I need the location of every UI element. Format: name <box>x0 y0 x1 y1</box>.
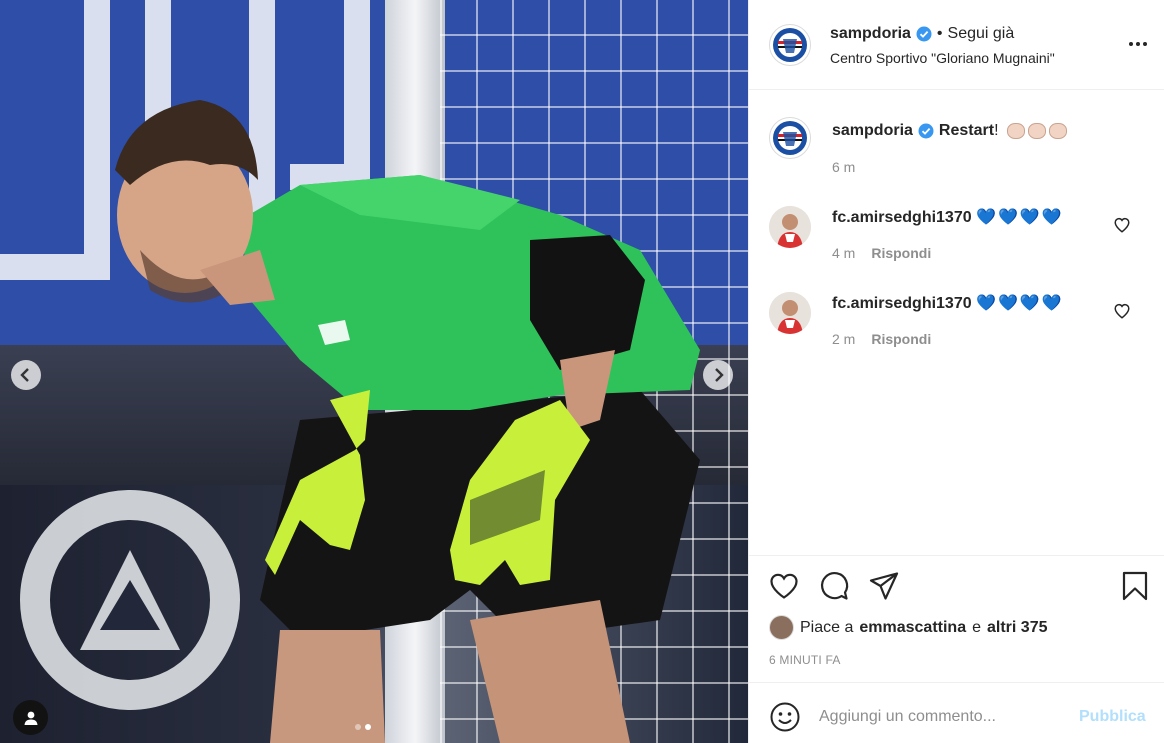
header-username[interactable]: sampdoria <box>830 25 911 43</box>
more-icon <box>1129 42 1133 46</box>
user-tag-icon <box>24 711 37 725</box>
caption-punct: ! <box>994 122 999 139</box>
comment-username[interactable]: fc.amirsedghi1370 <box>832 295 972 312</box>
comment-like-heart-icon[interactable] <box>1113 216 1131 234</box>
add-comment-bar: Pubblica <box>749 682 1164 743</box>
post-side-panel: sampdoria • Segui già Centro Sportivo "G… <box>748 0 1164 743</box>
reply-button[interactable]: Rispondi <box>871 245 931 261</box>
publish-button[interactable]: Pubblica <box>1079 708 1146 726</box>
comment-input[interactable] <box>819 701 1069 733</box>
reply-button[interactable]: Rispondi <box>871 331 931 347</box>
carousel-next-button[interactable] <box>703 360 733 390</box>
smile-icon[interactable] <box>769 701 801 733</box>
blue-heart-emoji: 💙💙💙💙 <box>976 293 1064 312</box>
caption-bold: Restart <box>938 122 995 139</box>
comment-icon[interactable] <box>818 570 850 602</box>
avatar[interactable] <box>769 117 811 159</box>
fist-emoji <box>1006 122 1025 139</box>
avatar[interactable] <box>769 24 811 66</box>
commenter-avatar-image <box>769 292 811 334</box>
avatar[interactable] <box>769 292 811 334</box>
post-timestamp[interactable]: 6 MINUTI FA <box>769 653 841 667</box>
more-icon <box>1136 42 1140 46</box>
caption-time[interactable]: 6 m <box>832 159 855 175</box>
fist-emoji <box>1027 122 1046 139</box>
carousel-dot <box>355 724 361 730</box>
more-options-button[interactable] <box>1126 34 1150 54</box>
caption-body: sampdoria Restart! <box>832 121 1067 141</box>
chevron-left-icon <box>20 368 29 382</box>
carousel-indicator <box>355 724 371 730</box>
carousel-prev-button[interactable] <box>11 360 41 390</box>
likes-conjunction: e <box>972 618 981 636</box>
goalkeeper-figure <box>115 100 700 743</box>
tagged-users-button[interactable] <box>13 700 48 735</box>
sampdoria-logo <box>773 28 807 62</box>
comment-meta: 2 m Rispondi <box>832 331 931 347</box>
comment-body: fc.amirsedghi1370 💙💙💙💙 <box>832 207 1064 228</box>
commenter-avatar-image <box>769 206 811 248</box>
chevron-right-icon <box>715 368 724 382</box>
comment-username[interactable]: fc.amirsedghi1370 <box>832 209 972 226</box>
comment-time[interactable]: 2 m <box>832 331 855 347</box>
carousel-dot-active <box>365 724 371 730</box>
likes-summary: Piace a emmascattina e altri 375 <box>769 615 1047 640</box>
comment-like-heart-icon[interactable] <box>1113 302 1131 320</box>
comment-body: fc.amirsedghi1370 💙💙💙💙 <box>832 293 1064 314</box>
verified-badge-icon <box>918 123 934 139</box>
following-button[interactable]: Segui già <box>948 25 1015 43</box>
fist-emoji <box>1048 122 1067 139</box>
verified-badge-icon <box>916 26 932 42</box>
comment-time[interactable]: 4 m <box>832 245 855 261</box>
caption-meta: 6 m <box>832 159 855 175</box>
caption-username[interactable]: sampdoria <box>832 121 913 141</box>
post-location[interactable]: Centro Sportivo "Gloriano Mugnaini" <box>830 50 1055 66</box>
post-header: sampdoria • Segui già Centro Sportivo "G… <box>749 0 1164 90</box>
header-row: sampdoria • Segui già <box>830 25 1014 43</box>
comment-meta: 4 m Rispondi <box>832 245 931 261</box>
heart-icon[interactable] <box>768 570 800 602</box>
post-photo[interactable] <box>0 0 748 743</box>
sampdoria-logo <box>773 121 807 155</box>
header-separator: • <box>936 25 943 42</box>
avatar[interactable] <box>769 615 794 640</box>
share-icon[interactable] <box>868 570 900 602</box>
likes-prefix: Piace a <box>800 618 854 636</box>
bookmark-icon[interactable] <box>1119 570 1151 602</box>
caption-text: Restart! <box>939 121 999 141</box>
post-actions <box>749 555 1164 602</box>
likes-others-link[interactable]: altri 375 <box>987 619 1047 637</box>
fist-emoji-group <box>1004 121 1067 141</box>
avatar[interactable] <box>769 206 811 248</box>
likes-user-link[interactable]: emmascattina <box>859 619 966 637</box>
more-icon <box>1143 42 1147 46</box>
blue-heart-emoji: 💙💙💙💙 <box>976 207 1064 226</box>
